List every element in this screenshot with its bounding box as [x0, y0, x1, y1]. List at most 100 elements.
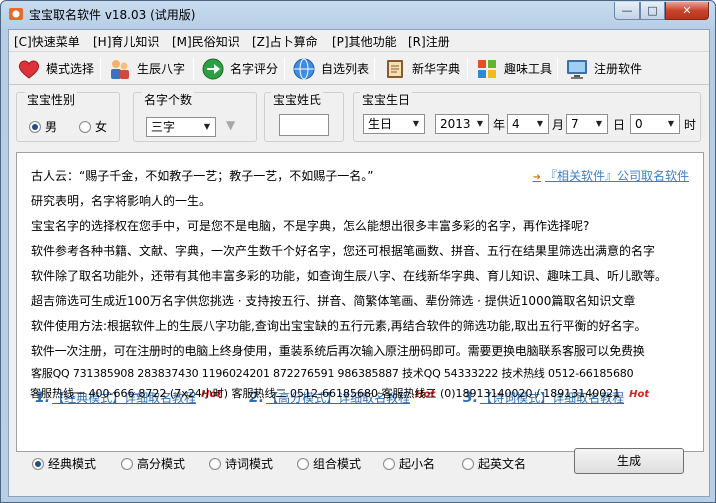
bazi-label: 生辰八字	[137, 62, 186, 76]
register-software-button[interactable]: 注册软件	[565, 55, 642, 82]
toolbar-separator	[557, 58, 558, 80]
menu-folklore[interactable]: [M]民俗知识	[172, 33, 240, 50]
gender-male-label: 男	[45, 120, 58, 134]
toolbar-separator	[100, 58, 101, 80]
windows-logo-icon	[475, 57, 499, 81]
mode-classic-radio[interactable]: 经典模式	[32, 455, 96, 472]
menu-bar: [C]快速菜单 [H]育儿知识 [M]民俗知识 [Z]占卜算命 [P]其他功能 …	[9, 30, 709, 50]
name-count-select[interactable]: 三字 ▼	[146, 117, 216, 137]
menu-divination[interactable]: [Z]占卜算命	[252, 33, 318, 50]
mode-highscore-radio[interactable]: 高分模式	[121, 455, 185, 472]
name-score-button[interactable]: 名字评分	[201, 55, 278, 82]
gender-label: 宝宝性别	[25, 91, 78, 108]
gender-group: 宝宝性别 男 女	[16, 91, 120, 142]
client-area: [C]快速菜单 [H]育儿知识 [M]民俗知识 [Z]占卜算命 [P]其他功能 …	[8, 29, 710, 497]
hour-select[interactable]: 0 ▼	[630, 114, 680, 134]
contact-qq-line: 客服QQ 731385908 283837430 1196024201 8722…	[31, 367, 634, 380]
day-unit: 日	[613, 118, 626, 132]
related-software-link[interactable]: ➜ 『相关软件』公司取名软件	[533, 167, 689, 184]
gender-male-radio[interactable]: 男	[29, 118, 57, 135]
hot-badge: Hot	[629, 389, 650, 400]
mode-label: 组合模式	[313, 457, 362, 471]
surname-input[interactable]	[279, 114, 329, 136]
generate-button[interactable]: 生成	[574, 448, 684, 474]
mode-select-button[interactable]: 模式选择	[17, 55, 94, 82]
chevron-down-icon: ▼	[203, 122, 211, 131]
year-select[interactable]: 2013 ▼	[435, 114, 489, 134]
birthday-label: 宝宝生日	[360, 91, 413, 108]
related-software-text: 『相关软件』公司取名软件	[544, 169, 689, 183]
custom-list-button[interactable]: 自选列表	[292, 55, 369, 82]
green-arrow-icon	[201, 57, 225, 81]
hour-value: 0	[635, 117, 643, 131]
menu-register[interactable]: [R]注册	[408, 33, 450, 50]
menu-childcare[interactable]: [H]育儿知识	[93, 33, 159, 50]
info-line: 软件使用方法:根据软件上的生辰八字功能,查询出宝宝缺的五行元素,再结合软件的筛选…	[31, 319, 647, 333]
info-line: 软件一次注册，可在注册时的电脑上终身使用，重装系统后再次输入原注册码即可。需要更…	[31, 344, 645, 358]
radio-unchecked-icon	[121, 457, 133, 470]
calendar-type-value: 生日	[368, 117, 393, 131]
menu-quick[interactable]: [C]快速菜单	[14, 33, 80, 50]
radio-unchecked-icon	[209, 457, 221, 470]
mode-label: 经典模式	[48, 457, 97, 471]
toolbar-separator	[193, 58, 194, 80]
fun-tools-button[interactable]: 趣味工具	[475, 55, 552, 82]
surname-group: 宝宝姓氏	[264, 91, 344, 142]
info-line: 宝宝名字的选择权在您手中，可是您不是电脑，不是字典，怎么能想出很多丰富多彩的名字…	[31, 219, 590, 233]
hour-unit: 时	[684, 118, 697, 132]
disabled-dropdown-arrow-icon: ▼	[226, 118, 236, 132]
info-line: 软件参考各种书籍、文献、字典，一次产生数千个好名字，您还可根据笔画数、拼音、五行…	[31, 244, 656, 258]
menu-other[interactable]: [P]其他功能	[332, 33, 397, 50]
close-button[interactable]: ✕	[665, 2, 709, 20]
dictionary-label: 新华字典	[412, 62, 461, 76]
gender-female-label: 女	[95, 120, 108, 134]
people-icon	[108, 57, 132, 81]
mode-nickname-radio[interactable]: 起小名	[383, 455, 435, 472]
birthday-group: 宝宝生日 生日 ▼ 2013 ▼ 年 4 ▼ 月 7 ▼ 日 0 ▼ 时	[353, 91, 701, 142]
toolbar-separator	[284, 58, 285, 80]
mode-poetry-radio[interactable]: 诗词模式	[209, 455, 273, 472]
bazi-button[interactable]: 生辰八字	[108, 55, 185, 82]
mode-label: 诗词模式	[225, 457, 274, 471]
info-line: 古人云：“赐子千金，不如教子一艺；教子一艺，不如赐子一名。”	[31, 169, 374, 183]
year-value: 2013	[440, 117, 471, 131]
app-window: 宝宝取名软件 v18.03 (试用版) — □ ✕ [C]快速菜单 [H]育儿知…	[0, 0, 716, 503]
mode-label: 高分模式	[137, 457, 186, 471]
name-score-label: 名字评分	[230, 62, 279, 76]
settings-panel: 宝宝性别 男 女 名字个数 三字 ▼ ▼ 宝宝姓氏 宝宝生日 生日 ▼ 2013…	[9, 86, 709, 146]
gender-female-radio[interactable]: 女	[79, 118, 107, 135]
heart-icon	[17, 57, 41, 81]
month-unit: 月	[552, 118, 565, 132]
mode-combo-radio[interactable]: 组合模式	[297, 455, 361, 472]
month-select[interactable]: 4 ▼	[507, 114, 549, 134]
radio-unchecked-icon	[383, 457, 395, 470]
chevron-down-icon: ▼	[476, 119, 484, 128]
fun-tools-label: 趣味工具	[504, 62, 553, 76]
chevron-down-icon: ▼	[536, 119, 544, 128]
window-title: 宝宝取名软件 v18.03 (试用版)	[29, 8, 196, 22]
name-count-group: 名字个数 三字 ▼ ▼	[133, 91, 257, 142]
dictionary-button[interactable]: 新华字典	[383, 55, 460, 82]
radio-checked-icon	[32, 457, 44, 470]
info-line: 研究表明，名字将影响人的一生。	[31, 194, 212, 208]
mode-label: 起小名	[399, 457, 436, 471]
info-panel: ➜ 『相关软件』公司取名软件 古人云：“赐子千金，不如教子一艺；教子一艺，不如赐子…	[16, 152, 704, 452]
chevron-down-icon: ▼	[412, 119, 420, 128]
info-line: 软件除了取名功能外，还带有其他丰富多彩的功能，如查询生辰八字、在线新华字典、育儿…	[31, 269, 668, 283]
maximize-button[interactable]: □	[640, 2, 665, 20]
day-select[interactable]: 7 ▼	[566, 114, 608, 134]
title-bar[interactable]: 宝宝取名软件 v18.03 (试用版) — □ ✕	[1, 1, 715, 27]
minimize-button[interactable]: —	[614, 2, 640, 20]
mode-label: 起英文名	[478, 457, 527, 471]
register-software-label: 注册软件	[594, 62, 643, 76]
mode-english-radio[interactable]: 起英文名	[462, 455, 526, 472]
app-icon	[8, 6, 24, 22]
name-count-value: 三字	[151, 120, 176, 134]
monitor-icon	[565, 57, 589, 81]
calendar-type-select[interactable]: 生日 ▼	[363, 114, 425, 134]
surname-label: 宝宝姓氏	[271, 91, 324, 108]
chevron-down-icon: ▼	[595, 119, 603, 128]
toolbar-separator	[374, 58, 375, 80]
info-line: 超吉筛选可生成近100万名字供您挑选 · 支持按五行、拼音、简繁体笔画、辈份筛选…	[31, 294, 636, 308]
day-value: 7	[571, 117, 579, 131]
